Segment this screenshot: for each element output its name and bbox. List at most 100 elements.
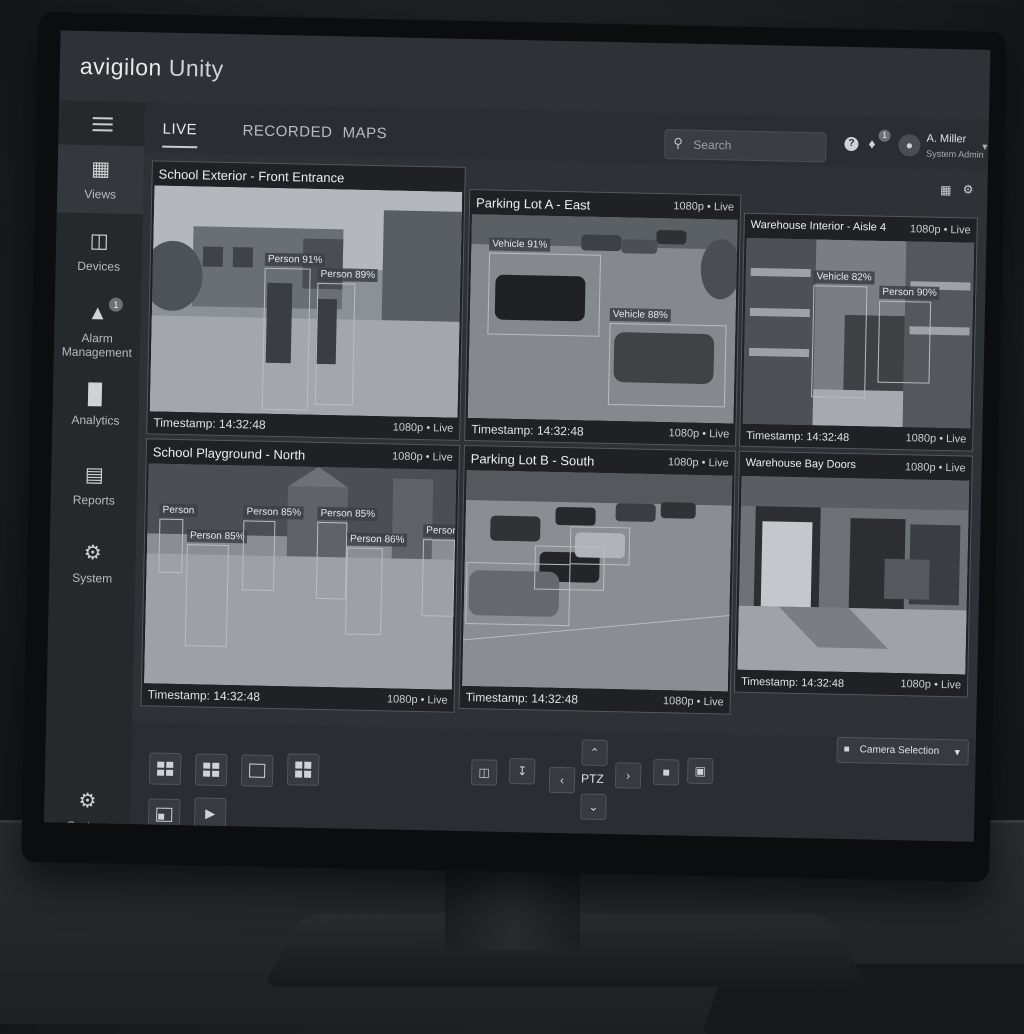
screen: avigilon Unity ▦ Views ◫ Devices ▲ 1 Ala… xyxy=(44,30,991,842)
tab-live[interactable]: LIVE xyxy=(162,120,198,149)
help-icon[interactable]: ? xyxy=(844,136,859,152)
video-feed: Vehicle 91% Vehicle 88% xyxy=(467,214,738,424)
gear-icon: ⚙ xyxy=(83,542,102,565)
devices-icon: ◫ xyxy=(89,230,109,253)
user-role: System Admin xyxy=(926,148,984,160)
detection-label: Person 86% xyxy=(346,532,408,547)
notification-badge: 1 xyxy=(878,129,891,142)
detection-box[interactable]: Person 89% xyxy=(314,267,379,406)
search-box: ⚲ xyxy=(664,129,827,163)
camera-selection-label: Camera Selection xyxy=(859,744,940,757)
detection-box[interactable]: Vehicle 82% xyxy=(811,270,875,399)
layout-single-button[interactable] xyxy=(240,754,274,788)
camera-icon: ■ xyxy=(843,743,850,756)
video-feed xyxy=(737,475,970,675)
sidebar-item-views[interactable]: ▦ Views xyxy=(56,144,145,215)
camera-resolution: 1080p • Live xyxy=(673,200,735,214)
detection-label: Vehicle 82% xyxy=(813,270,875,285)
layout-grid-icon[interactable]: ▦ xyxy=(940,183,952,197)
sidebar-item-reports[interactable]: ▤ Reports xyxy=(51,462,138,508)
detection-box[interactable]: Person xyxy=(158,503,198,574)
snapshot-button[interactable]: ◫ xyxy=(470,759,498,786)
camera-timestamp: Timestamp: 14:32:48 xyxy=(746,429,850,445)
search-input[interactable] xyxy=(691,134,821,158)
video-feed: Person 91% Person 89% xyxy=(149,185,463,418)
bell-icon[interactable]: ♦ xyxy=(868,135,875,151)
detection-box[interactable]: Person 86% xyxy=(345,532,408,636)
alarm-icon: ▲ xyxy=(87,302,108,325)
detection-box[interactable]: Vehicle 88% xyxy=(607,307,727,408)
sidebar-item-system[interactable]: ⚙ System xyxy=(49,540,136,586)
tab-recorded[interactable]: RECORDED xyxy=(242,122,332,141)
record-camera-button[interactable]: ■ xyxy=(652,758,680,786)
camera-tile-warehouse-bay-doors[interactable]: Warehouse Bay Doors 1080p • Live Timesta… xyxy=(733,450,973,698)
analytics-icon: ▉ xyxy=(88,384,104,407)
camera-title: Parking Lot A - East xyxy=(475,195,591,213)
camera-timestamp: Timestamp: 14:32:48 xyxy=(471,422,584,439)
sidebar-item-label: System xyxy=(66,818,108,834)
sidebar-item-system-bottom[interactable]: ⚙ System xyxy=(44,788,131,834)
avatar[interactable]: ● xyxy=(898,133,921,157)
camera-tile-parking-lot-b[interactable]: Parking Lot B - South 1080p • Live Times… xyxy=(458,444,736,715)
camera-resolution: 1080p • Live xyxy=(909,223,971,237)
camera-tile-parking-lot-a[interactable]: Parking Lot A - East 1080p • Live Vehicl… xyxy=(464,189,742,447)
camera-title: Warehouse Bay Doors xyxy=(745,456,857,472)
camera-timestamp: Timestamp: 14:32:48 xyxy=(153,415,266,432)
camera-tile-school-exterior[interactable]: School Exterior - Front Entrance Person … xyxy=(146,160,466,441)
layout-2x2-button[interactable] xyxy=(148,752,182,786)
detection-label: Person 85% xyxy=(186,529,248,544)
monitor: avigilon Unity ▦ Views ◫ Devices ▲ 1 Ala… xyxy=(21,11,1007,883)
bay-doors-scene xyxy=(737,475,970,675)
detection-box[interactable]: Person 91% xyxy=(261,252,326,411)
camera-timestamp: Timestamp: 14:32:48 xyxy=(147,687,261,704)
detection-label: Person xyxy=(159,503,198,518)
sidebar-item-alarm-management[interactable]: ▲ 1 Alarm Management xyxy=(54,297,141,360)
ptz-right-button[interactable]: › xyxy=(614,762,642,789)
picture-in-picture-button[interactable] xyxy=(147,798,181,832)
ptz-down-button[interactable]: ⌄ xyxy=(580,793,607,821)
sidebar-item-label: System xyxy=(72,570,113,586)
layout-3x3-button[interactable] xyxy=(286,753,320,786)
camera-title: Parking Lot B - South xyxy=(470,451,595,469)
layout-2x2-alt-button[interactable] xyxy=(194,753,228,787)
detection-box[interactable]: Person 90% xyxy=(877,285,940,384)
camera-tile-school-playground[interactable]: School Playground - North 1080p • Live P… xyxy=(140,438,461,713)
camera-tile-warehouse-interior[interactable]: Warehouse Interior - Aisle 4 1080p • Liv… xyxy=(739,212,978,452)
ptz-left-button[interactable]: ‹ xyxy=(548,766,576,794)
sidebar-item-analytics[interactable]: ▉ Analytics xyxy=(52,382,139,428)
camera-resolution: 1080p • Live xyxy=(667,456,729,470)
camera-timestamp: Timestamp: 14:32:48 xyxy=(465,690,579,707)
camera-resolution: 1080p • Live xyxy=(668,427,730,441)
ptz-up-button[interactable]: ⌃ xyxy=(581,739,608,767)
play-video-button[interactable]: ▶ xyxy=(193,797,227,831)
menu-icon[interactable] xyxy=(92,117,113,132)
ptz-label: PTZ xyxy=(580,771,604,786)
detection-label: Person 91% xyxy=(264,252,326,268)
search-icon: ⚲ xyxy=(673,135,684,151)
export-button[interactable]: ↧ xyxy=(508,757,536,785)
video-feed xyxy=(461,470,733,692)
detection-box[interactable]: Person 85% xyxy=(241,505,305,592)
detection-label: Person 90% xyxy=(879,285,940,300)
detection-box[interactable]: Vehicle 91% xyxy=(487,237,602,337)
camera-selection-dropdown[interactable]: ■ Camera Selection ▼ xyxy=(836,736,969,766)
sidebar-item-label: Devices xyxy=(77,258,121,274)
detection-box[interactable]: Person 85% xyxy=(184,529,248,648)
detection-label: Vehicle 88% xyxy=(609,307,671,323)
sidebar-item-devices[interactable]: ◫ Devices xyxy=(56,228,143,274)
views-icon: ▦ xyxy=(91,158,111,181)
detection-box[interactable]: Person xyxy=(421,524,457,617)
product-name: Unity xyxy=(168,54,224,82)
gear-icon[interactable]: ⚙ xyxy=(963,182,974,196)
sidebar-item-label: Reports xyxy=(72,492,115,508)
camera-resolution: 1080p • Live xyxy=(386,693,448,707)
detection-label: Person xyxy=(423,524,457,538)
camera-resolution: 1080p • Live xyxy=(904,461,966,475)
user-name[interactable]: A. Miller xyxy=(926,133,966,146)
detection-box[interactable] xyxy=(569,526,631,566)
tab-maps[interactable]: MAPS xyxy=(342,124,387,142)
video-camera-button[interactable]: ▣ xyxy=(686,757,714,785)
detection-box[interactable]: Person 85% xyxy=(315,506,379,600)
chevron-down-icon[interactable]: ▼ xyxy=(980,142,989,152)
sidebar-item-label: Views xyxy=(84,186,117,202)
